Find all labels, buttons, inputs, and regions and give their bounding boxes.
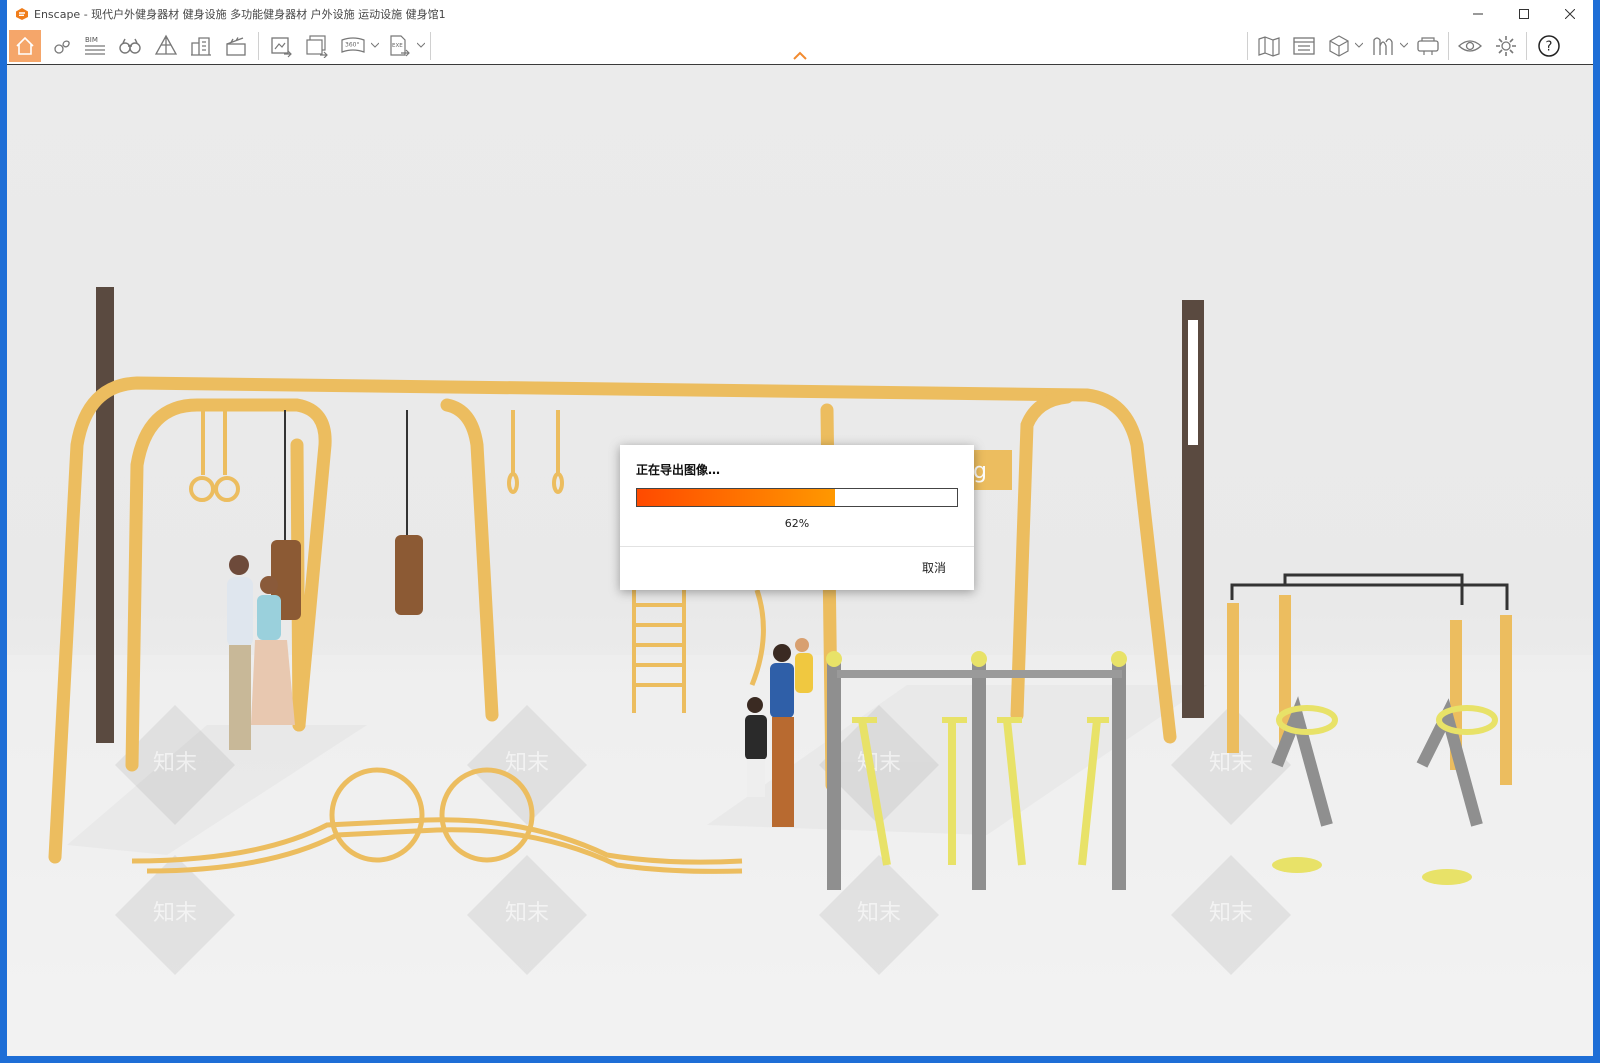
panorama-360-icon: 360° — [341, 37, 365, 53]
export-progress-bar — [636, 488, 958, 507]
watermark-text: 知末 — [857, 901, 901, 926]
collapse-toolbar-icon[interactable] — [792, 50, 808, 62]
buildings-icon — [191, 37, 211, 56]
vr-headset-button[interactable] — [1412, 30, 1444, 62]
batch-export-button[interactable] — [301, 30, 333, 62]
svg-text:?: ? — [1546, 40, 1553, 55]
dialog-title: 正在导出图像… — [636, 463, 721, 477]
exe-export-button[interactable]: EXE — [383, 30, 415, 62]
dialog-divider — [620, 546, 974, 547]
enscape-window: Enscape - 现代户外健身器材 健身设施 多功能健身器材 户外设施 运动设… — [7, 0, 1593, 1056]
window-title: Enscape - 现代户外健身器材 健身设施 多功能健身器材 户外设施 运动设… — [34, 8, 446, 21]
clapperboard-icon — [226, 37, 246, 56]
location-pin-icon — [54, 40, 70, 54]
close-button[interactable] — [1547, 0, 1593, 28]
settings-button[interactable] — [1490, 30, 1522, 62]
close-icon — [1565, 9, 1575, 19]
cancel-button[interactable]: 取消 — [922, 559, 946, 576]
render-viewport[interactable]: 知末 知末 知末 知末 知末 知末 知末 知末 ng — [7, 65, 1593, 1056]
watermark-text: 知末 — [857, 751, 901, 776]
watermark-text: 知末 — [153, 901, 197, 926]
lamp-light — [1188, 320, 1198, 445]
binoculars-button[interactable] — [114, 30, 146, 62]
gymnastic-rings — [189, 407, 564, 502]
exe-export-icon: EXE — [390, 35, 410, 57]
screenshot-export-button[interactable] — [265, 30, 297, 62]
svg-text:EXE: EXE — [392, 43, 403, 49]
watermark-text: 知末 — [505, 901, 549, 926]
lamp-post-left — [96, 287, 114, 743]
window-controls — [1455, 0, 1593, 28]
home-button[interactable] — [9, 30, 41, 62]
binoculars-icon — [119, 38, 141, 54]
asset-library-button[interactable] — [1288, 30, 1320, 62]
material-dropdown[interactable] — [1400, 40, 1408, 50]
minimize-button[interactable] — [1455, 0, 1501, 28]
visual-settings-button[interactable] — [1454, 30, 1486, 62]
map-button[interactable] — [1253, 30, 1285, 62]
video-editor-button[interactable] — [220, 30, 252, 62]
material-editor-button[interactable] — [1367, 30, 1399, 62]
help-button[interactable]: ? — [1533, 30, 1565, 62]
asset-library-icon — [1293, 37, 1315, 55]
settings-gear-icon — [1496, 36, 1516, 56]
toolbar-separator — [258, 32, 259, 60]
exe-export-dropdown[interactable] — [417, 40, 425, 50]
export-progress-dialog: 正在导出图像… 62% 取消 — [620, 445, 974, 590]
chevron-down-icon — [1355, 42, 1363, 48]
chevron-down-icon — [1400, 42, 1408, 48]
bim-button[interactable]: BIM — [79, 30, 111, 62]
watermark-text: 知末 — [1209, 751, 1253, 776]
title-bar: Enscape - 现代户外健身器材 健身设施 多功能健身器材 户外设施 运动设… — [7, 0, 1593, 28]
material-editor-icon — [1373, 37, 1393, 55]
vr-headset-icon — [1417, 37, 1439, 55]
buildings-button[interactable] — [185, 30, 217, 62]
maximize-icon — [1519, 9, 1529, 19]
panorama-button[interactable]: 360° — [337, 30, 369, 62]
panorama-dropdown[interactable] — [371, 40, 379, 50]
svg-text:BIM: BIM — [85, 36, 98, 44]
svg-text:360°: 360° — [345, 42, 359, 49]
chevron-down-icon — [371, 42, 379, 48]
location-button[interactable] — [45, 30, 77, 62]
chevron-down-icon — [417, 42, 425, 48]
cube-dropdown[interactable] — [1355, 40, 1363, 50]
watermark-text: 知末 — [505, 751, 549, 776]
toolbar-separator — [430, 32, 431, 60]
perspective-button[interactable] — [150, 30, 182, 62]
visual-settings-eye-icon — [1458, 40, 1482, 52]
minimize-icon — [1473, 13, 1483, 15]
batch-export-icon — [306, 35, 328, 58]
home-icon — [16, 36, 34, 55]
cube-icon — [1329, 35, 1349, 57]
progress-fill — [637, 489, 836, 506]
perspective-icon — [154, 34, 178, 55]
screenshot-export-icon — [271, 37, 292, 58]
map-icon — [1258, 36, 1280, 57]
progress-percent-label: 62% — [784, 517, 810, 530]
maximize-button[interactable] — [1501, 0, 1547, 28]
cube-button[interactable] — [1323, 30, 1355, 62]
help-icon: ? — [1538, 35, 1560, 57]
watermark-text: 知末 — [153, 751, 197, 776]
toolbar-separator — [1526, 32, 1527, 60]
toolbar-separator — [1247, 32, 1248, 60]
toolbar-separator — [1448, 32, 1449, 60]
bim-icon: BIM — [85, 36, 105, 55]
watermark-text: 知末 — [1209, 901, 1253, 926]
enscape-logo-icon — [16, 8, 28, 20]
